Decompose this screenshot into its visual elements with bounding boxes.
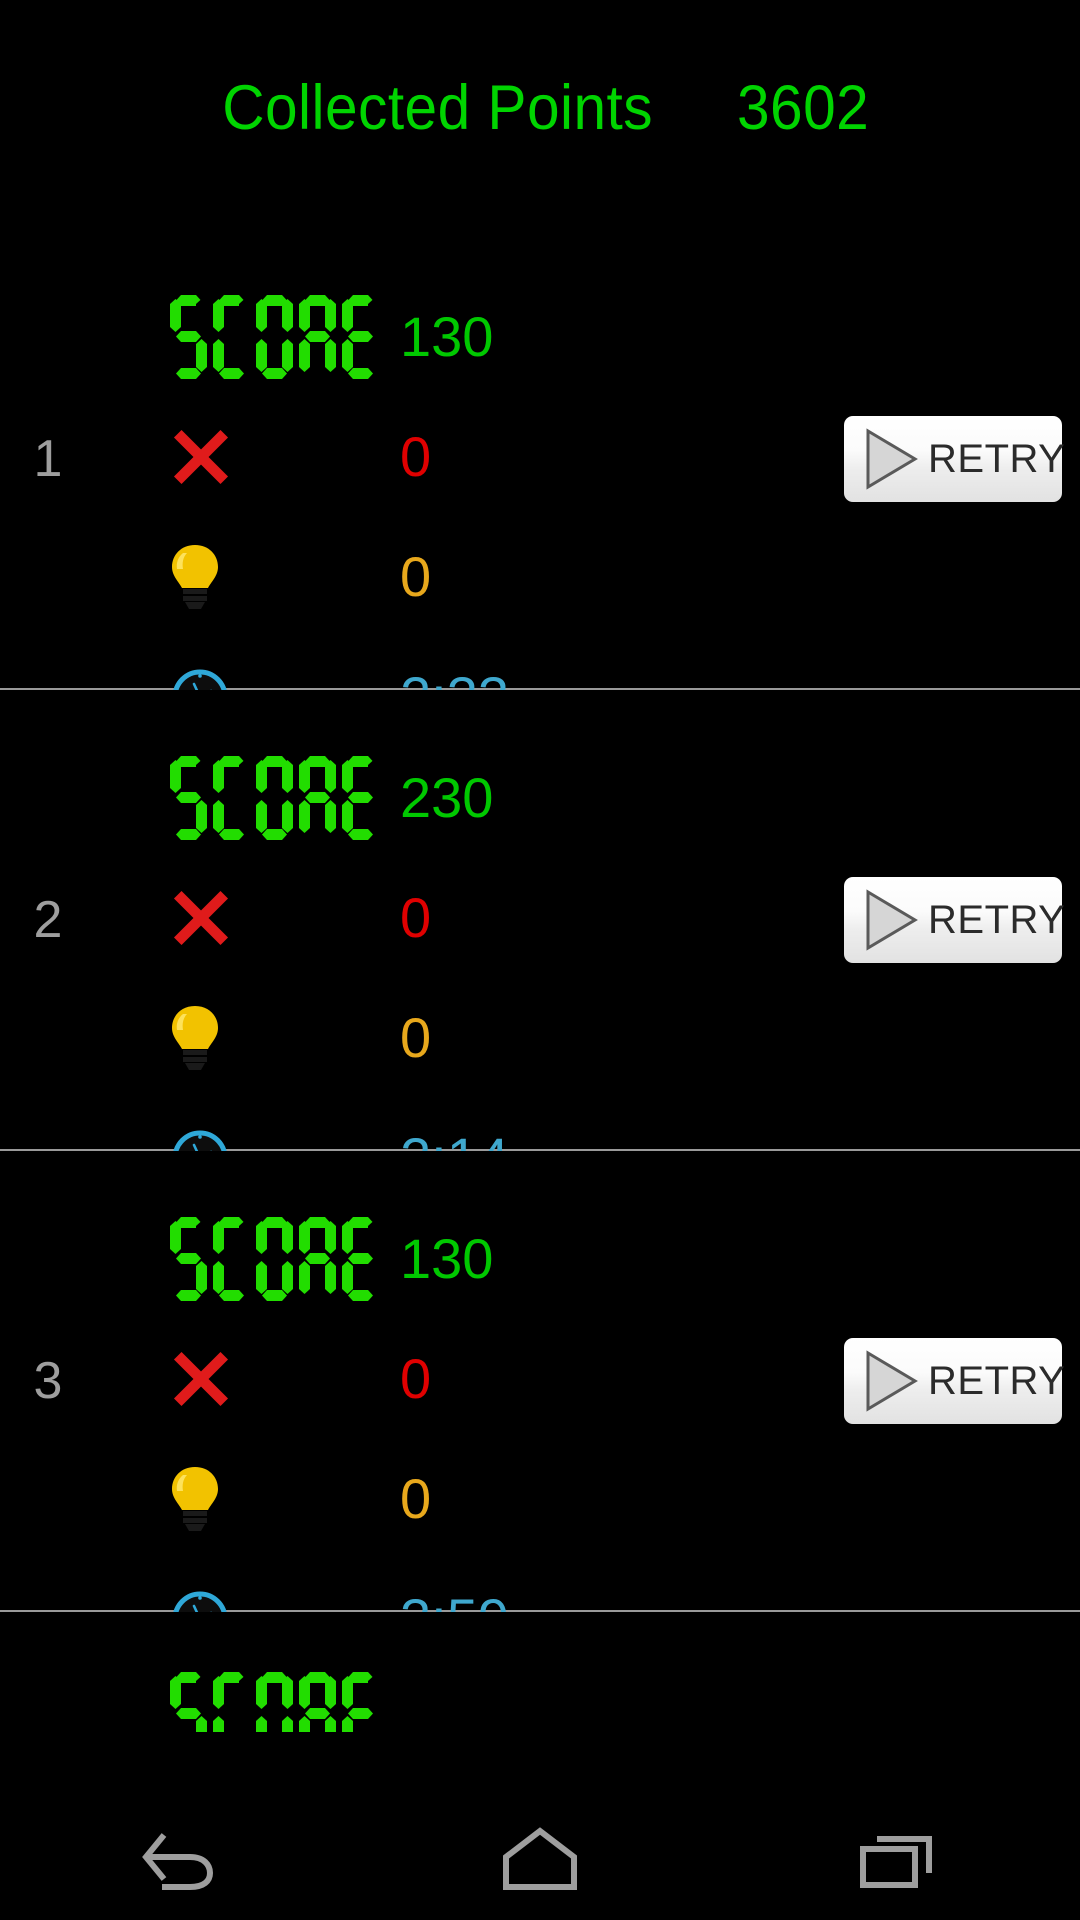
score-value: 130 — [400, 1227, 494, 1290]
lightbulb-icon — [172, 1006, 218, 1070]
cross-icon — [173, 1351, 229, 1407]
hints-icon-cell — [170, 1465, 400, 1533]
score-seven-segment-label — [170, 1672, 379, 1732]
row-index: 2 — [33, 890, 63, 949]
row-index: 3 — [33, 1351, 63, 1410]
play-triangle-icon — [866, 1349, 918, 1412]
retry-button[interactable]: RETRY — [844, 1337, 1066, 1424]
mistakes-value: 0 — [400, 425, 432, 488]
retry-button-label: RETRY — [928, 897, 1066, 942]
score-seven-segment-label — [170, 295, 379, 379]
row-stats — [170, 1654, 730, 1732]
recent-apps-button[interactable] — [825, 1815, 975, 1905]
android-navigation-bar — [0, 1800, 1080, 1920]
score-seven-segment-label — [170, 1217, 379, 1301]
stat-mistakes: 0 — [170, 397, 730, 517]
lightbulb-icon — [172, 1467, 218, 1531]
hints-icon-cell — [170, 1004, 400, 1072]
play-triangle-icon — [866, 427, 918, 490]
list-item[interactable]: 1 130 0 0 RETRY — [0, 229, 1080, 725]
recents-icon — [860, 1836, 932, 1888]
play-triangle-icon — [866, 888, 918, 951]
hints-value: 0 — [400, 545, 432, 608]
page-title: Collected Points — [222, 73, 654, 143]
back-icon — [142, 1833, 214, 1890]
row-stats: 230 0 0 — [170, 738, 730, 1218]
stat-score: 130 — [170, 277, 730, 397]
retry-button-label: RETRY — [928, 1358, 1066, 1403]
mistakes-value: 0 — [400, 1347, 432, 1410]
stat-score: 230 — [170, 738, 730, 858]
stat-hints: 0 — [170, 517, 730, 637]
score-value: 230 — [400, 766, 494, 829]
hints-icon-cell — [170, 543, 400, 611]
row-stats: 130 0 0 — [170, 1199, 730, 1679]
stat-mistakes: 0 — [170, 1319, 730, 1439]
score-list[interactable]: 1 130 0 0 RETRY 2 230 0 0 RETRY 3 130 0 … — [0, 229, 1080, 1845]
score-value: 130 — [400, 305, 494, 368]
home-button[interactable] — [465, 1815, 615, 1905]
stat-mistakes: 0 — [170, 858, 730, 978]
retry-button[interactable]: RETRY — [844, 415, 1066, 502]
row-index: 1 — [33, 429, 63, 488]
list-item[interactable]: 3 130 0 0 RETRY — [0, 1151, 1080, 1647]
score-label-cell — [170, 295, 400, 379]
score-label-cell — [170, 756, 400, 840]
row-stats: 130 0 0 — [170, 277, 730, 757]
list-item[interactable]: 2 230 0 0 RETRY — [0, 690, 1080, 1186]
mistakes-icon-cell — [170, 426, 400, 488]
mistakes-icon-cell — [170, 887, 400, 949]
retry-button-label: RETRY — [928, 436, 1066, 481]
mistakes-value: 0 — [400, 886, 432, 949]
hints-value: 0 — [400, 1006, 432, 1069]
stat-score: 130 — [170, 1199, 730, 1319]
cross-icon — [173, 890, 229, 946]
page-header: Collected Points 3602 — [0, 58, 1080, 158]
score-seven-segment-label — [170, 756, 379, 840]
stat-hints: 0 — [170, 978, 730, 1098]
stat-hints: 0 — [170, 1439, 730, 1559]
hints-value: 0 — [400, 1467, 432, 1530]
score-label-cell — [170, 1672, 400, 1732]
home-icon — [503, 1827, 577, 1890]
list-item[interactable] — [0, 1612, 1080, 1732]
score-label-cell — [170, 1217, 400, 1301]
lightbulb-icon — [172, 545, 218, 609]
cross-icon — [173, 429, 229, 485]
retry-button[interactable]: RETRY — [844, 876, 1066, 963]
mistakes-icon-cell — [170, 1348, 400, 1410]
back-button[interactable] — [105, 1815, 255, 1905]
collected-points-value: 3602 — [736, 73, 869, 143]
app-screen: Collected Points 3602 1 130 0 0 RETRY 2 … — [0, 0, 1080, 1920]
stat-score — [170, 1654, 730, 1732]
